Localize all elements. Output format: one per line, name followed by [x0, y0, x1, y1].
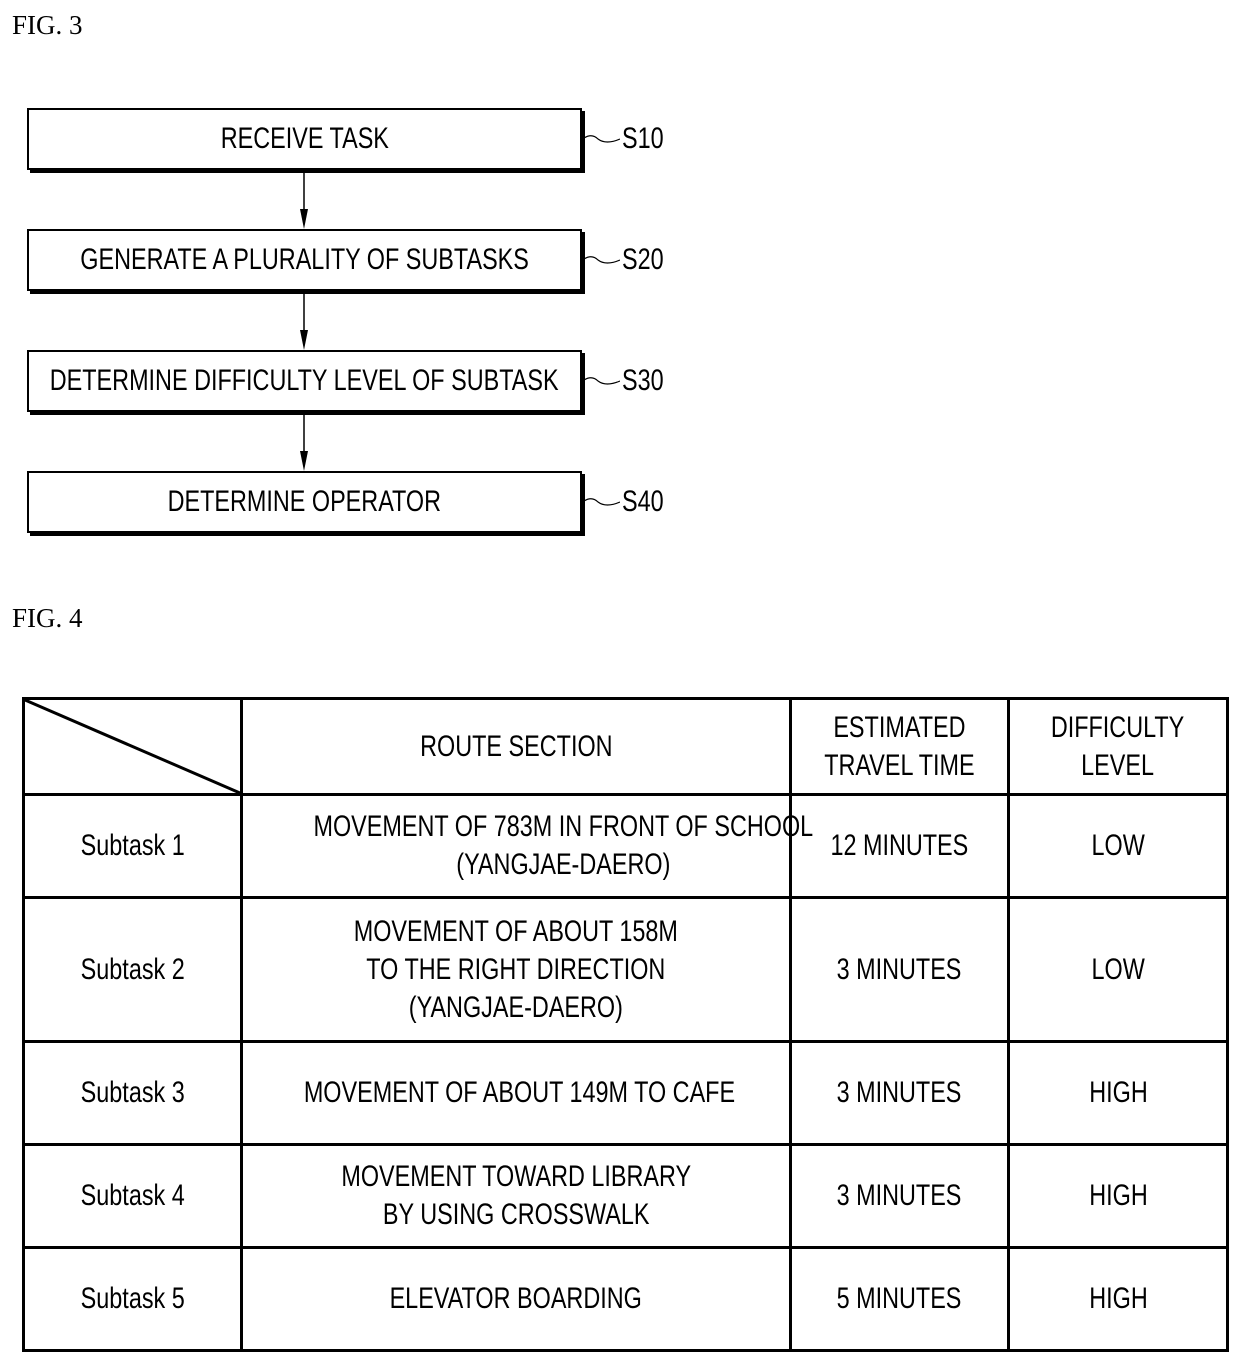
- header-line: ESTIMATED: [833, 710, 966, 744]
- difficulty-cell: LOW: [1007, 793, 1229, 899]
- difficulty-cell: HIGH: [1007, 1246, 1229, 1352]
- route-text: MOVEMENT OF 783M IN FRONT OF SCHOOL (YAN…: [313, 808, 813, 884]
- difficulty-cell: HIGH: [1007, 1040, 1229, 1146]
- step-text: DETERMINE DIFFICULTY LEVEL OF SUBTASK: [50, 364, 559, 397]
- subtask-label: Subtask 3: [80, 1076, 185, 1109]
- route-text: MOVEMENT OF ABOUT 158M TO THE RIGHT DIRE…: [354, 913, 678, 1027]
- diagonal-line-icon: [25, 700, 240, 793]
- difficulty-value: HIGH: [1088, 1076, 1148, 1109]
- step-ref-label: S10: [622, 122, 664, 155]
- travel-time-value: 12 MINUTES: [830, 829, 969, 862]
- header-travel-time: ESTIMATED TRAVEL TIME: [789, 697, 1010, 796]
- fig3-label: FIG. 3: [12, 10, 83, 40]
- subtask-cell: Subtask 1: [22, 793, 243, 899]
- step-ref-label: S30: [622, 364, 664, 397]
- route-line: ELEVATOR BOARDING: [389, 1282, 643, 1315]
- route-table-container: ROUTE SECTION ESTIMATED TRAVEL TIME DIFF…: [22, 697, 1229, 1352]
- difficulty-cell: LOW: [1007, 896, 1229, 1043]
- step-ref-label: S20: [622, 243, 664, 276]
- table-header-row: ROUTE SECTION ESTIMATED TRAVEL TIME DIFF…: [22, 697, 1229, 796]
- arrow-down-icon: [300, 294, 308, 350]
- arrow-down-icon: [300, 173, 308, 229]
- route-text: MOVEMENT TOWARD LIBRARY BY USING CROSSWA…: [341, 1158, 691, 1234]
- subtask-cell: Subtask 2: [22, 896, 243, 1043]
- route-line: (YANGJAE-DAERO): [456, 848, 671, 881]
- route-cell: ELEVATOR BOARDING: [240, 1246, 792, 1352]
- difficulty-cell: HIGH: [1007, 1143, 1229, 1249]
- travel-time-cell: 12 MINUTES: [789, 793, 1010, 899]
- travel-time-cell: 3 MINUTES: [789, 896, 1010, 1043]
- step-text: DETERMINE OPERATOR: [167, 485, 442, 518]
- route-cell: MOVEMENT TOWARD LIBRARY BY USING CROSSWA…: [240, 1143, 792, 1249]
- table-row: Subtask 3 MOVEMENT OF ABOUT 149M TO CAFE…: [22, 1040, 1229, 1146]
- route-line: MOVEMENT TOWARD LIBRARY: [341, 1160, 691, 1193]
- header-label: ESTIMATED TRAVEL TIME: [824, 709, 974, 785]
- step-box-s20: GENERATE A PLURALITY OF SUBTASKS: [27, 229, 582, 291]
- header-line: TRAVEL TIME: [824, 748, 975, 782]
- route-line: MOVEMENT OF ABOUT 158M: [353, 914, 679, 948]
- leader-line-icon: [584, 498, 620, 506]
- step-text: RECEIVE TASK: [220, 122, 389, 155]
- table-row: Subtask 5 ELEVATOR BOARDING 5 MINUTES HI…: [22, 1246, 1229, 1352]
- route-text: MOVEMENT OF ABOUT 149M TO CAFE: [304, 1074, 735, 1112]
- route-line: (YANGJAE-DAERO): [408, 990, 624, 1024]
- leader-line-icon: [584, 135, 620, 143]
- table-row: Subtask 4 MOVEMENT TOWARD LIBRARY BY USI…: [22, 1143, 1229, 1249]
- header-line: DIFFICULTY: [1051, 710, 1185, 744]
- subtask-label: Subtask 5: [80, 1282, 185, 1315]
- header-difficulty: DIFFICULTY LEVEL: [1007, 697, 1229, 796]
- difficulty-value: LOW: [1091, 829, 1145, 862]
- route-line: TO THE RIGHT DIRECTION: [366, 952, 666, 986]
- subtask-label: Subtask 1: [80, 829, 185, 862]
- step-box-s10: RECEIVE TASK: [27, 108, 582, 170]
- route-line: MOVEMENT OF ABOUT 149M TO CAFE: [303, 1076, 736, 1109]
- leader-line-icon: [584, 377, 620, 385]
- route-text: ELEVATOR BOARDING: [390, 1280, 642, 1318]
- subtask-cell: Subtask 5: [22, 1246, 243, 1352]
- fig4-label: FIG. 4: [12, 603, 83, 633]
- header-label: DIFFICULTY LEVEL: [1051, 709, 1184, 785]
- header-label: ROUTE SECTION: [419, 729, 613, 763]
- travel-time-value: 3 MINUTES: [837, 1179, 962, 1212]
- step-box-s40: DETERMINE OPERATOR: [27, 471, 582, 533]
- subtask-cell: Subtask 3: [22, 1040, 243, 1146]
- difficulty-value: HIGH: [1088, 1179, 1148, 1212]
- table-row: Subtask 2 MOVEMENT OF ABOUT 158M TO THE …: [22, 896, 1229, 1043]
- corner-cell: [22, 697, 243, 796]
- step-text: GENERATE A PLURALITY OF SUBTASKS: [80, 243, 529, 276]
- step-box-s30: DETERMINE DIFFICULTY LEVEL OF SUBTASK: [27, 350, 582, 412]
- subtask-label: Subtask 4: [80, 1179, 185, 1212]
- route-line: MOVEMENT OF 783M IN FRONT OF SCHOOL: [313, 810, 814, 843]
- route-cell: MOVEMENT OF 783M IN FRONT OF SCHOOL (YAN…: [240, 793, 813, 899]
- subtask-cell: Subtask 4: [22, 1143, 243, 1249]
- table-row: Subtask 1 MOVEMENT OF 783M IN FRONT OF S…: [22, 793, 1229, 899]
- route-line: BY USING CROSSWALK: [382, 1198, 650, 1231]
- travel-time-cell: 5 MINUTES: [789, 1246, 1010, 1352]
- step-ref-s40: S40: [584, 482, 675, 522]
- travel-time-value: 5 MINUTES: [837, 1282, 962, 1315]
- leader-line-icon: [584, 256, 620, 264]
- travel-time-value: 3 MINUTES: [837, 1076, 962, 1109]
- header-line: LEVEL: [1081, 748, 1155, 782]
- subtask-label: Subtask 2: [80, 952, 185, 986]
- step-ref-s10: S10: [584, 119, 675, 159]
- step-ref-s20: S20: [584, 240, 675, 280]
- header-route-section: ROUTE SECTION: [240, 697, 792, 796]
- step-ref-s30: S30: [584, 361, 675, 401]
- difficulty-value: HIGH: [1088, 1282, 1148, 1315]
- travel-time-cell: 3 MINUTES: [789, 1040, 1010, 1146]
- route-table: ROUTE SECTION ESTIMATED TRAVEL TIME DIFF…: [22, 697, 1229, 1352]
- step-ref-label: S40: [622, 485, 664, 518]
- travel-time-cell: 3 MINUTES: [789, 1143, 1010, 1249]
- route-cell: MOVEMENT OF ABOUT 149M TO CAFE: [240, 1040, 792, 1146]
- route-cell: MOVEMENT OF ABOUT 158M TO THE RIGHT DIRE…: [240, 896, 792, 1043]
- travel-time-value: 3 MINUTES: [837, 952, 962, 986]
- difficulty-value: LOW: [1091, 952, 1145, 986]
- arrow-down-icon: [300, 415, 308, 471]
